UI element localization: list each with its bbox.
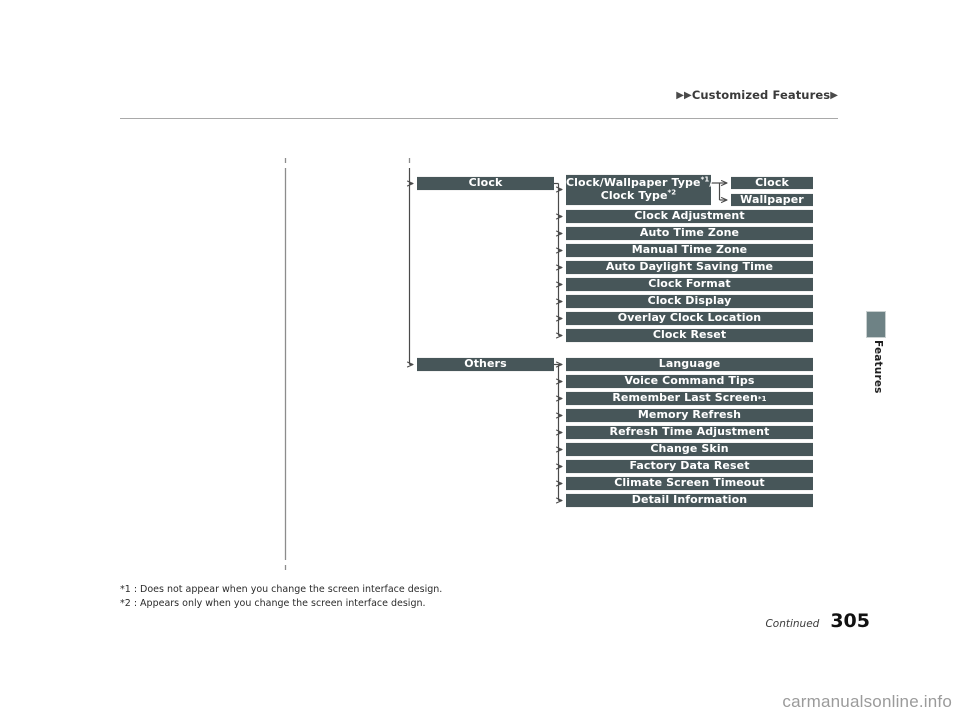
menu-node-voice-command-tips[interactable]: Voice Command Tips (566, 374, 813, 389)
menu-node-clock-option[interactable]: Clock (731, 176, 813, 190)
menu-node-memory-refresh[interactable]: Memory Refresh (566, 408, 813, 423)
menu-node-change-skin[interactable]: Change Skin (566, 442, 813, 457)
menu-node-clock-reset[interactable]: Clock Reset (566, 328, 813, 343)
menu-node-wallpaper-option[interactable]: Wallpaper (731, 193, 813, 207)
footnote-2: *2 : Appears only when you change the sc… (120, 597, 426, 609)
menu-node-manual-time-zone[interactable]: Manual Time Zone (566, 243, 813, 258)
menu-node-overlay-clock-location[interactable]: Overlay Clock Location (566, 311, 813, 326)
menu-node-climate-screen-timeout[interactable]: Climate Screen Timeout (566, 476, 813, 491)
menu-node-clock[interactable]: Clock (417, 176, 554, 191)
menu-node-factory-data-reset[interactable]: Factory Data Reset (566, 459, 813, 474)
footnotes: *1 : Does not appear when you change the… (120, 583, 442, 611)
menu-node-clock-format[interactable]: Clock Format (566, 277, 813, 292)
watermark: carmanualsonline.info (782, 692, 952, 711)
page-footer: Continued 305 (765, 610, 870, 632)
menu-node-detail-information[interactable]: Detail Information (566, 493, 813, 508)
clock-wallpaper-type-line2: Clock Type*2 (600, 187, 677, 202)
menu-node-clock-display[interactable]: Clock Display (566, 294, 813, 309)
menu-node-refresh-time-adjustment[interactable]: Refresh Time Adjustment (566, 425, 813, 440)
menu-node-remember-last-screen[interactable]: Remember Last Screen *1 (566, 391, 813, 406)
remember-last-screen-label: Remember Last Screen (612, 391, 758, 405)
menu-node-auto-time-zone[interactable]: Auto Time Zone (566, 226, 813, 241)
menu-node-auto-daylight-saving-time[interactable]: Auto Daylight Saving Time (566, 260, 813, 275)
menu-node-language[interactable]: Language (566, 357, 813, 372)
menu-node-clock-wallpaper-type[interactable]: Clock/Wallpaper Type*1/ Clock Type*2 (566, 174, 713, 206)
page-number: 305 (830, 610, 870, 632)
continued-label: Continued (765, 618, 820, 630)
footnote-1: *1 : Does not appear when you change the… (120, 584, 443, 595)
menu-node-clock-adjustment[interactable]: Clock Adjustment (566, 209, 813, 224)
menu-node-others[interactable]: Others (417, 357, 554, 372)
